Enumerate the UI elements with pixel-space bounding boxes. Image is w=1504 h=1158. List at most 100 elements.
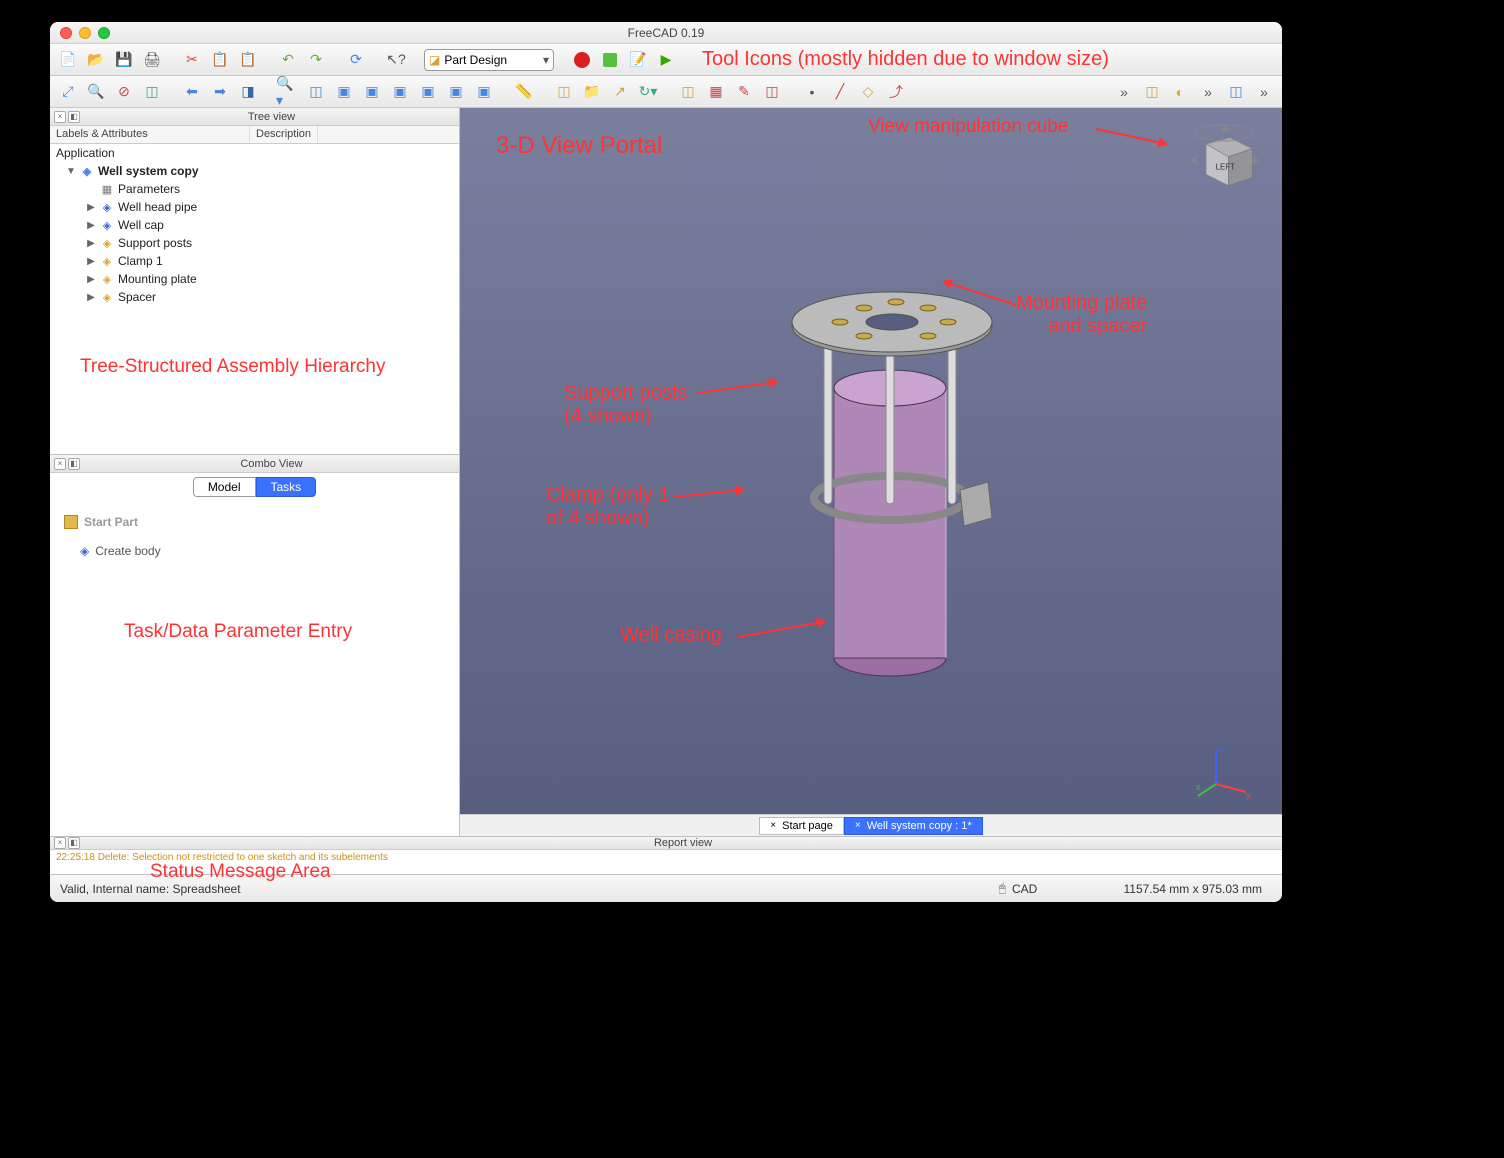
link-make-icon[interactable]: ↗ — [608, 80, 632, 104]
fit-selection-icon[interactable]: 🔍 — [84, 80, 108, 104]
panel-close-icon[interactable]: × — [54, 111, 66, 123]
group-icon[interactable]: 📁 — [580, 80, 604, 104]
tree-item[interactable]: ▶◈Well cap — [50, 216, 459, 234]
datum-point-icon[interactable]: • — [800, 80, 824, 104]
report-body[interactable]: 22:25:18 Delete: Selection not restricte… — [50, 850, 1282, 887]
macro-stop-icon[interactable] — [598, 48, 622, 72]
bounding-box-icon[interactable]: ◫ — [140, 80, 164, 104]
open-file-icon[interactable]: 📂 — [84, 48, 108, 72]
cut-icon[interactable]: ✂ — [180, 48, 204, 72]
tree-item[interactable]: ▶◈Mounting plate — [50, 270, 459, 288]
macro-run-icon[interactable]: ▶ — [654, 48, 678, 72]
close-window-button[interactable] — [60, 27, 72, 39]
panel-float-icon[interactable]: ◧ — [68, 111, 80, 123]
draw-style-icon[interactable]: ⊘ — [112, 80, 136, 104]
overflow3-icon[interactable]: » — [1252, 80, 1276, 104]
annotation-status-area: Status Message Area — [150, 861, 1282, 883]
tree-item[interactable]: ▶◈Well head pipe — [50, 198, 459, 216]
minimize-window-button[interactable] — [79, 27, 91, 39]
copy-icon[interactable]: 📋 — [208, 48, 232, 72]
3d-viewport[interactable]: 3-D View Portal View manipulation cube M… — [460, 108, 1282, 814]
pocket-icon[interactable]: ◫ — [1224, 80, 1248, 104]
tab-document[interactable]: × Well system copy : 1* — [844, 817, 983, 835]
zoom-window-button[interactable] — [98, 27, 110, 39]
close-tab-icon[interactable]: × — [770, 820, 776, 831]
expand-icon[interactable]: ▶ — [86, 274, 96, 285]
tree-item[interactable]: ▶◈Spacer — [50, 288, 459, 306]
link-actions-icon[interactable]: ↻▾ — [636, 80, 660, 104]
link-nav-icon[interactable]: ◨ — [236, 80, 260, 104]
zoom-mode-icon[interactable]: 🔍▾ — [276, 80, 300, 104]
nav-mode[interactable]: CAD — [1012, 882, 1072, 896]
panel-close-icon[interactable]: × — [54, 458, 66, 470]
iso-view-icon[interactable]: ◫ — [304, 80, 328, 104]
svg-text:x: x — [1196, 782, 1201, 792]
expand-icon[interactable]: ▶ — [86, 202, 96, 213]
sketch-icon[interactable]: ▦ — [704, 80, 728, 104]
part-icon[interactable]: ◫ — [552, 80, 576, 104]
tree-col-desc[interactable]: Description — [250, 126, 318, 143]
top-view-icon[interactable]: ▣ — [360, 80, 384, 104]
expand-icon[interactable]: ▶ — [86, 292, 96, 303]
help-cursor-icon[interactable]: ↖? — [384, 48, 408, 72]
right-view-icon[interactable]: ▣ — [388, 80, 412, 104]
tab-tasks[interactable]: Tasks — [256, 477, 317, 497]
tree-item[interactable]: ▶◈Clamp 1 — [50, 252, 459, 270]
front-view-icon[interactable]: ▣ — [332, 80, 356, 104]
print-icon[interactable]: 🖨 — [140, 48, 164, 72]
macro-edit-icon[interactable]: 📝 — [626, 48, 650, 72]
overflow2-icon[interactable]: » — [1196, 80, 1220, 104]
undo-icon[interactable]: ↶ — [276, 48, 300, 72]
left-view-icon[interactable]: ▣ — [472, 80, 496, 104]
body-icon: ◈ — [80, 544, 89, 558]
new-file-icon[interactable]: 📄 — [56, 48, 80, 72]
fit-all-icon[interactable]: ⤢ — [56, 80, 80, 104]
close-tab-icon[interactable]: × — [855, 820, 861, 831]
body-icon[interactable]: ◫ — [676, 80, 700, 104]
paste-icon[interactable]: 📋 — [236, 48, 260, 72]
expand-icon[interactable]: ▼ — [66, 166, 76, 177]
annotation-arrow — [674, 489, 744, 498]
save-file-icon[interactable]: 💾 — [112, 48, 136, 72]
tree-document[interactable]: ▼ ◈ Well system copy — [50, 162, 459, 180]
datum-cs-icon[interactable]: ⤴ — [884, 80, 908, 104]
tab-model[interactable]: Model — [193, 477, 256, 497]
tree-root[interactable]: Application — [50, 144, 459, 162]
revolve-icon[interactable]: ◐ — [1168, 80, 1192, 104]
task-section[interactable]: Start Part — [64, 511, 445, 533]
panel-close-icon[interactable]: × — [54, 837, 66, 849]
redo-icon[interactable]: ↷ — [304, 48, 328, 72]
annotation-tool-icons: Tool Icons (mostly hidden due to window … — [702, 48, 1109, 71]
expand-icon[interactable]: ▶ — [86, 220, 96, 231]
annotation-casing: Well casing — [620, 624, 722, 647]
datum-plane-icon[interactable]: ◇ — [856, 80, 880, 104]
overflow1-icon[interactable]: » — [1112, 80, 1136, 104]
expand-icon[interactable]: ▶ — [86, 238, 96, 249]
expand-icon[interactable]: ▶ — [86, 256, 96, 267]
task-create-body[interactable]: ◈ Create body — [64, 541, 445, 561]
tab-start-page[interactable]: × Start page — [759, 817, 844, 835]
tree-item[interactable]: ▶◈Support posts — [50, 234, 459, 252]
mouse-toggle-icon[interactable]: 🖱 — [999, 881, 1012, 896]
rear-view-icon[interactable]: ▣ — [416, 80, 440, 104]
macro-record-icon[interactable] — [570, 48, 594, 72]
measure-icon[interactable]: 📏 — [512, 80, 536, 104]
panel-float-icon[interactable]: ◧ — [68, 837, 80, 849]
bottom-view-icon[interactable]: ▣ — [444, 80, 468, 104]
workbench-selector[interactable]: ◪ Part Design — [424, 49, 554, 71]
edit-sketch-icon[interactable]: ✎ — [732, 80, 756, 104]
tree-view[interactable]: Application ▼ ◈ Well system copy ▦Parame… — [50, 144, 459, 454]
document-tabs: × Start page × Well system copy : 1* — [460, 814, 1282, 836]
map-sketch-icon[interactable]: ◫ — [760, 80, 784, 104]
datum-line-icon[interactable]: ╱ — [828, 80, 852, 104]
annotation-tree-hier: Tree-Structured Assembly Hierarchy — [80, 356, 459, 378]
navigation-cube[interactable]: LEFT — [1182, 120, 1262, 200]
panel-float-icon[interactable]: ◧ — [68, 458, 80, 470]
tree-item[interactable]: ▦Parameters — [50, 180, 459, 198]
refresh-icon[interactable]: ⟳ — [344, 48, 368, 72]
nav-fwd-icon[interactable]: ➡ — [208, 80, 232, 104]
item-icon: ◈ — [100, 290, 114, 304]
pad-icon[interactable]: ◫ — [1140, 80, 1164, 104]
nav-back-icon[interactable]: ⬅ — [180, 80, 204, 104]
tree-col-labels[interactable]: Labels & Attributes — [50, 126, 250, 143]
